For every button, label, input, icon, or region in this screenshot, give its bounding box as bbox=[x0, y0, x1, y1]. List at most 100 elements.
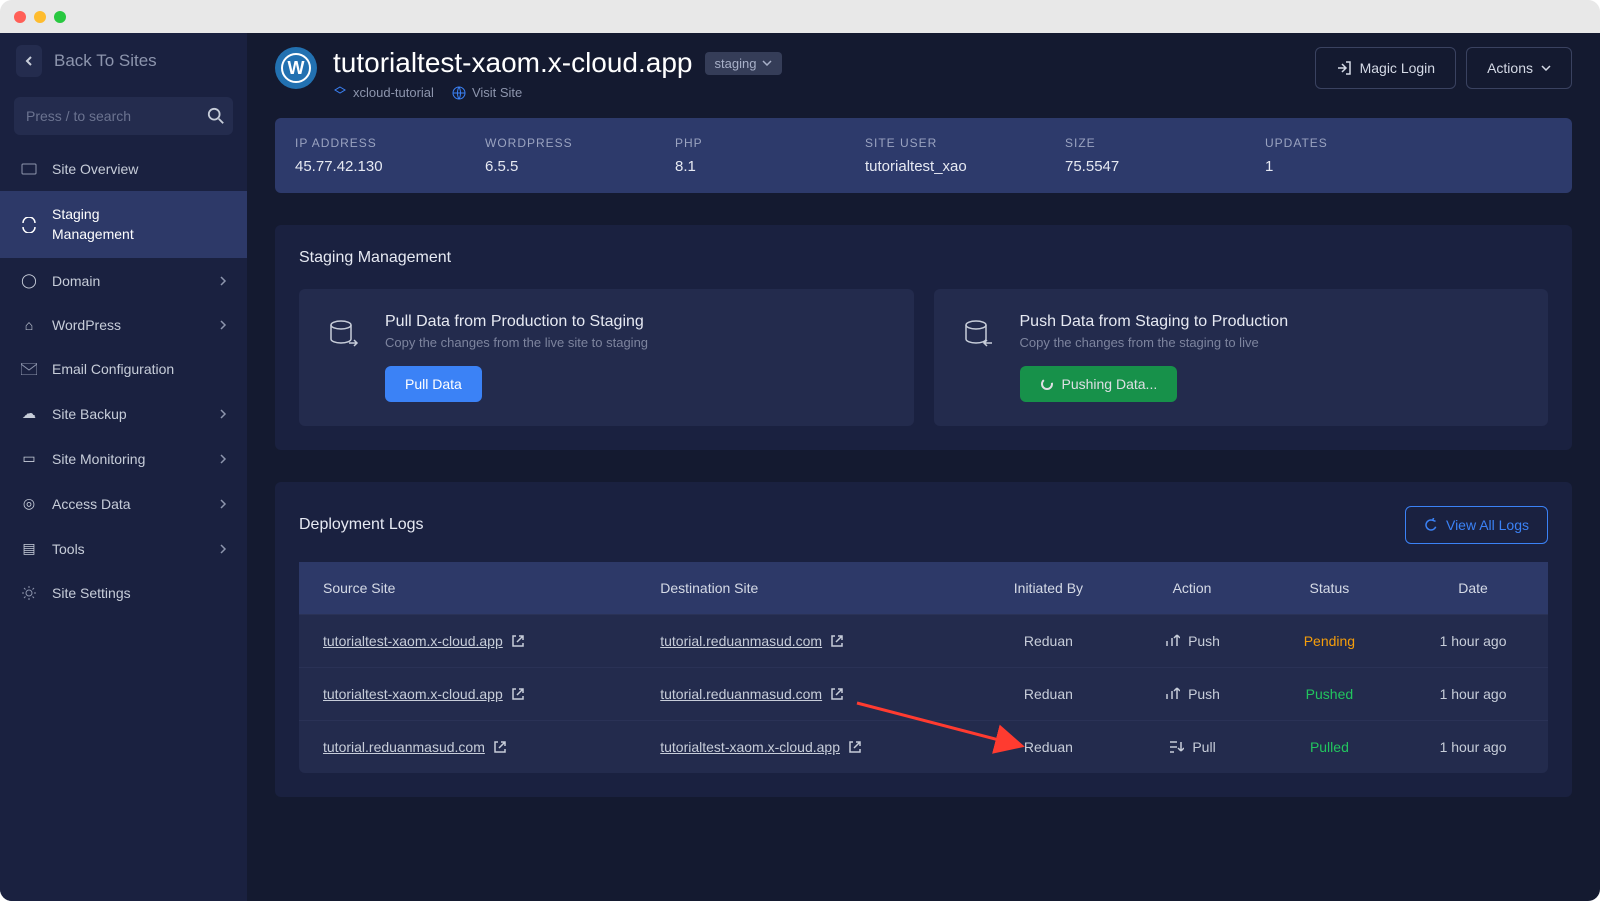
sidebar-item-wordpress[interactable]: ⌂ WordPress bbox=[0, 303, 247, 347]
refresh-icon bbox=[1424, 518, 1438, 532]
sidebar: Back To Sites Site Overview StagingManag… bbox=[0, 33, 247, 901]
svg-text:W: W bbox=[288, 58, 305, 78]
sidebar-item-backup[interactable]: ☁ Site Backup bbox=[0, 391, 247, 436]
push-icon bbox=[1164, 633, 1180, 649]
table-row: tutorialtest-xaom.x-cloud.app tutorial.r… bbox=[299, 668, 1548, 721]
table-row: tutorialtest-xaom.x-cloud.app tutorial.r… bbox=[299, 615, 1548, 668]
sidebar-item-settings[interactable]: Site Settings bbox=[0, 571, 247, 615]
chevron-right-icon bbox=[219, 320, 227, 330]
push-data-button[interactable]: Pushing Data... bbox=[1020, 366, 1178, 402]
minimize-window-icon[interactable] bbox=[34, 11, 46, 23]
gear-icon bbox=[21, 585, 37, 601]
external-link-icon bbox=[511, 687, 525, 701]
th-source: Source Site bbox=[299, 562, 636, 615]
maximize-window-icon[interactable] bbox=[54, 11, 66, 23]
stat-value: 1 bbox=[1265, 158, 1395, 175]
stats-bar: IP ADDRESS45.77.42.130 WORDPRESS6.5.5 PH… bbox=[275, 118, 1572, 193]
chevron-right-icon bbox=[219, 499, 227, 509]
th-date: Date bbox=[1398, 562, 1548, 615]
chevron-right-icon bbox=[219, 276, 227, 286]
wordpress-logo-icon: W bbox=[275, 47, 317, 89]
stat-value: 6.5.5 bbox=[485, 158, 635, 175]
sidebar-item-label: Site Overview bbox=[52, 161, 138, 177]
stat-label: WORDPRESS bbox=[485, 136, 635, 150]
sidebar-item-staging[interactable]: StagingManagement bbox=[0, 191, 247, 258]
cloud-icon: ☁ bbox=[20, 405, 38, 422]
sidebar-item-tools[interactable]: ▤ Tools bbox=[0, 526, 247, 571]
sidebar-item-access[interactable]: ◎ Access Data bbox=[0, 481, 247, 526]
stat-label: SITE USER bbox=[865, 136, 1025, 150]
stat-value: 75.5547 bbox=[1065, 158, 1225, 175]
login-icon bbox=[1336, 60, 1352, 76]
pull-data-card: Pull Data from Production to Staging Cop… bbox=[299, 289, 914, 426]
sidebar-item-domain[interactable]: ◯ Domain bbox=[0, 258, 247, 303]
sidebar-item-email[interactable]: Email Configuration bbox=[0, 347, 247, 391]
external-link-icon bbox=[830, 687, 844, 701]
th-dest: Destination Site bbox=[636, 562, 973, 615]
view-all-logs-button[interactable]: View All Logs bbox=[1405, 506, 1548, 544]
breadcrumb-link[interactable]: xcloud-tutorial bbox=[333, 85, 434, 100]
search-input[interactable] bbox=[26, 108, 207, 124]
pull-data-button[interactable]: Pull Data bbox=[385, 366, 482, 402]
magic-login-button[interactable]: Magic Login bbox=[1315, 47, 1457, 89]
th-by: Initiated By bbox=[973, 562, 1123, 615]
external-link-icon bbox=[830, 634, 844, 648]
sidebar-item-label: Tools bbox=[52, 541, 85, 557]
action-cell: Push bbox=[1147, 633, 1236, 649]
sidebar-item-label: Site Monitoring bbox=[52, 451, 145, 467]
pull-icon bbox=[1168, 739, 1184, 755]
shield-icon: ◯ bbox=[20, 272, 38, 289]
source-link[interactable]: tutorialtest-xaom.x-cloud.app bbox=[323, 686, 525, 702]
actions-dropdown-button[interactable]: Actions bbox=[1466, 47, 1572, 89]
stat-value: 45.77.42.130 bbox=[295, 158, 445, 175]
stat-label: SIZE bbox=[1065, 136, 1225, 150]
push-icon bbox=[1164, 686, 1180, 702]
card-title: Push Data from Staging to Production bbox=[1020, 313, 1289, 331]
dest-link[interactable]: tutorial.reduanmasud.com bbox=[660, 633, 844, 649]
source-link[interactable]: tutorial.reduanmasud.com bbox=[323, 739, 507, 755]
initiated-by: Reduan bbox=[973, 668, 1123, 721]
stat-label: UPDATES bbox=[1265, 136, 1395, 150]
nav-menu: Site Overview StagingManagement ◯ Domain… bbox=[0, 147, 247, 615]
stat-label: PHP bbox=[675, 136, 825, 150]
sidebar-item-monitoring[interactable]: ▭ Site Monitoring bbox=[0, 436, 247, 481]
chevron-down-icon bbox=[1541, 65, 1551, 71]
th-action: Action bbox=[1123, 562, 1260, 615]
dest-link[interactable]: tutorial.reduanmasud.com bbox=[660, 686, 844, 702]
close-window-icon[interactable] bbox=[14, 11, 26, 23]
card-title: Pull Data from Production to Staging bbox=[385, 313, 648, 331]
server-icon bbox=[333, 86, 347, 100]
external-link-icon bbox=[511, 634, 525, 648]
source-link[interactable]: tutorialtest-xaom.x-cloud.app bbox=[323, 633, 525, 649]
staging-panel: Staging Management Pull Data from Produc… bbox=[275, 225, 1572, 450]
stat-value: 8.1 bbox=[675, 158, 825, 175]
sidebar-item-overview[interactable]: Site Overview bbox=[0, 147, 247, 191]
panel-title: Staging Management bbox=[299, 249, 1548, 267]
staging-badge[interactable]: staging bbox=[705, 52, 783, 75]
card-desc: Copy the changes from the live site to s… bbox=[385, 335, 648, 350]
window-titlebar bbox=[0, 0, 1600, 33]
action-cell: Pull bbox=[1147, 739, 1236, 755]
sidebar-item-label: Access Data bbox=[52, 496, 131, 512]
sidebar-item-label: Domain bbox=[52, 273, 100, 289]
date-cell: 1 hour ago bbox=[1398, 721, 1548, 774]
date-cell: 1 hour ago bbox=[1398, 668, 1548, 721]
logs-table: Source Site Destination Site Initiated B… bbox=[299, 562, 1548, 773]
search-icon bbox=[207, 107, 225, 125]
date-cell: 1 hour ago bbox=[1398, 615, 1548, 668]
back-button[interactable] bbox=[16, 45, 42, 77]
sidebar-item-label: WordPress bbox=[52, 317, 121, 333]
status-badge: Pulled bbox=[1261, 721, 1398, 774]
chevron-right-icon bbox=[219, 409, 227, 419]
initiated-by: Reduan bbox=[973, 615, 1123, 668]
card-icon bbox=[21, 161, 37, 177]
card-desc: Copy the changes from the staging to liv… bbox=[1020, 335, 1289, 350]
back-label[interactable]: Back To Sites bbox=[54, 51, 157, 71]
dest-link[interactable]: tutorialtest-xaom.x-cloud.app bbox=[660, 739, 862, 755]
chevron-left-icon bbox=[24, 56, 34, 66]
search-box[interactable] bbox=[14, 97, 233, 135]
desktop-icon: ⌂ bbox=[20, 317, 38, 333]
chevron-down-icon bbox=[762, 60, 772, 66]
sidebar-item-label: Site Settings bbox=[52, 585, 131, 601]
visit-site-link[interactable]: Visit Site bbox=[452, 85, 522, 100]
